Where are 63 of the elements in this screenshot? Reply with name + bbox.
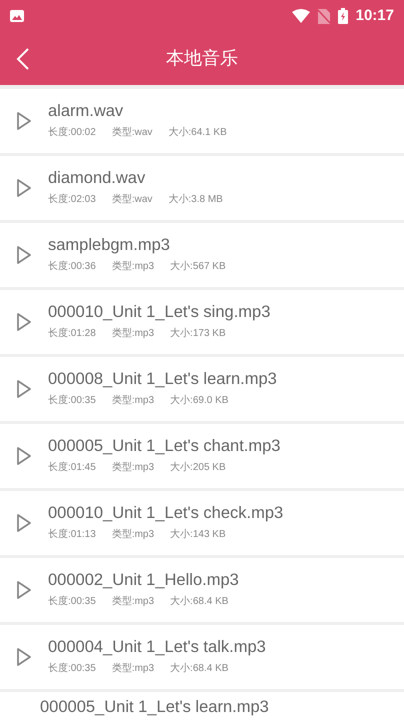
duration-text: 长度:01:13 — [48, 528, 96, 542]
play-icon[interactable] — [16, 580, 32, 600]
file-name: 000010_Unit 1_Let's check.mp3 — [48, 504, 284, 524]
type-text: 类型:mp3 — [112, 528, 154, 542]
play-icon[interactable] — [16, 647, 32, 667]
file-name: 000005_Unit 1_Let's learn.mp3 — [40, 698, 269, 718]
type-text: 类型:mp3 — [112, 460, 154, 476]
file-name: 000008_Unit 1_Let's learn.mp3 — [48, 370, 277, 390]
size-text: 大小:143 KB — [170, 528, 226, 542]
size-text: 大小:68.4 KB — [170, 594, 228, 610]
file-name: samplebgm.mp3 — [48, 236, 171, 256]
duration-text: 长度:00:35 — [48, 394, 96, 408]
play-icon[interactable] — [16, 312, 32, 332]
size-text: 大小:567 KB — [170, 260, 226, 274]
file-name: alarm.wav — [48, 102, 124, 122]
file-row[interactable]: 000005_Unit 1_Let's learn.mp3 — [0, 692, 404, 720]
duration-text: 长度:00:36 — [48, 260, 96, 274]
duration-text: 长度:02:03 — [48, 192, 96, 208]
file-name: diamond.wav — [48, 168, 146, 188]
file-row[interactable]: diamond.wav 长度:02:03 类型:wav 大小:3.8 MB — [0, 156, 404, 220]
type-text: 类型:mp3 — [112, 394, 154, 408]
type-text: 类型:mp3 — [112, 260, 154, 274]
size-text: 大小:205 KB — [170, 460, 226, 476]
file-row[interactable]: samplebgm.mp3 长度:00:36 类型:mp3 大小:567 KB — [0, 223, 404, 287]
duration-text: 长度:00:02 — [48, 126, 96, 140]
duration-text: 长度:01:28 — [48, 326, 96, 342]
file-row[interactable]: 000002_Unit 1_Hello.mp3 长度:00:35 类型:mp3 大小:68.4 KB — [0, 558, 404, 622]
page-title: 本地音乐 — [166, 47, 238, 70]
play-icon[interactable] — [16, 245, 32, 265]
play-icon[interactable] — [16, 446, 32, 466]
file-name: 000010_Unit 1_Let's sing.mp3 — [48, 302, 270, 322]
size-text: 大小:69.0 KB — [170, 394, 228, 408]
play-icon[interactable] — [16, 178, 32, 198]
play-icon[interactable] — [16, 513, 32, 533]
back-icon — [16, 46, 30, 70]
battery-icon — [338, 8, 348, 24]
file-name: 000002_Unit 1_Hello.mp3 — [48, 570, 239, 590]
duration-text: 长度:00:35 — [48, 594, 96, 610]
play-icon[interactable] — [16, 379, 32, 399]
size-text: 大小:68.4 KB — [170, 662, 228, 676]
play-icon[interactable] — [16, 111, 32, 131]
no-sim-icon — [318, 8, 330, 24]
type-text: 类型:wav — [112, 126, 152, 140]
size-text: 大小:173 KB — [170, 326, 226, 342]
file-name: 000004_Unit 1_Let's talk.mp3 — [48, 638, 266, 658]
size-text: 大小:64.1 KB — [168, 126, 227, 140]
duration-text: 长度:01:45 — [48, 460, 96, 476]
file-row[interactable]: 000010_Unit 1_Let's check.mp3 长度:01:13 类型:mp3 大小:143 KB — [0, 491, 404, 555]
wifi-icon — [292, 9, 310, 23]
size-text: 大小:3.8 MB — [168, 192, 223, 208]
duration-text: 长度:00:35 — [48, 662, 96, 676]
type-text: 类型:mp3 — [112, 594, 154, 610]
file-row[interactable]: alarm.wav 长度:00:02 类型:wav 大小:64.1 KB — [0, 89, 404, 153]
type-text: 类型:wav — [112, 192, 152, 208]
file-row[interactable]: 000008_Unit 1_Let's learn.mp3 长度:00:35 类型:mp3 大小:69.0 KB — [0, 357, 404, 421]
file-row[interactable]: 000010_Unit 1_Let's sing.mp3 长度:01:28 类型:mp3 大小:173 KB — [0, 290, 404, 354]
file-row[interactable]: 000004_Unit 1_Let's talk.mp3 长度:00:35 类型:mp3 大小:68.4 KB — [0, 625, 404, 689]
type-text: 类型:mp3 — [112, 326, 154, 342]
clock-time: 10:17 — [356, 6, 394, 26]
type-text: 类型:mp3 — [112, 662, 154, 676]
image-icon — [10, 10, 24, 22]
file-name: 000005_Unit 1_Let's chant.mp3 — [48, 436, 280, 456]
file-row[interactable]: 000005_Unit 1_Let's chant.mp3 长度:01:45 类型:mp3 大小:205 KB — [0, 424, 404, 488]
